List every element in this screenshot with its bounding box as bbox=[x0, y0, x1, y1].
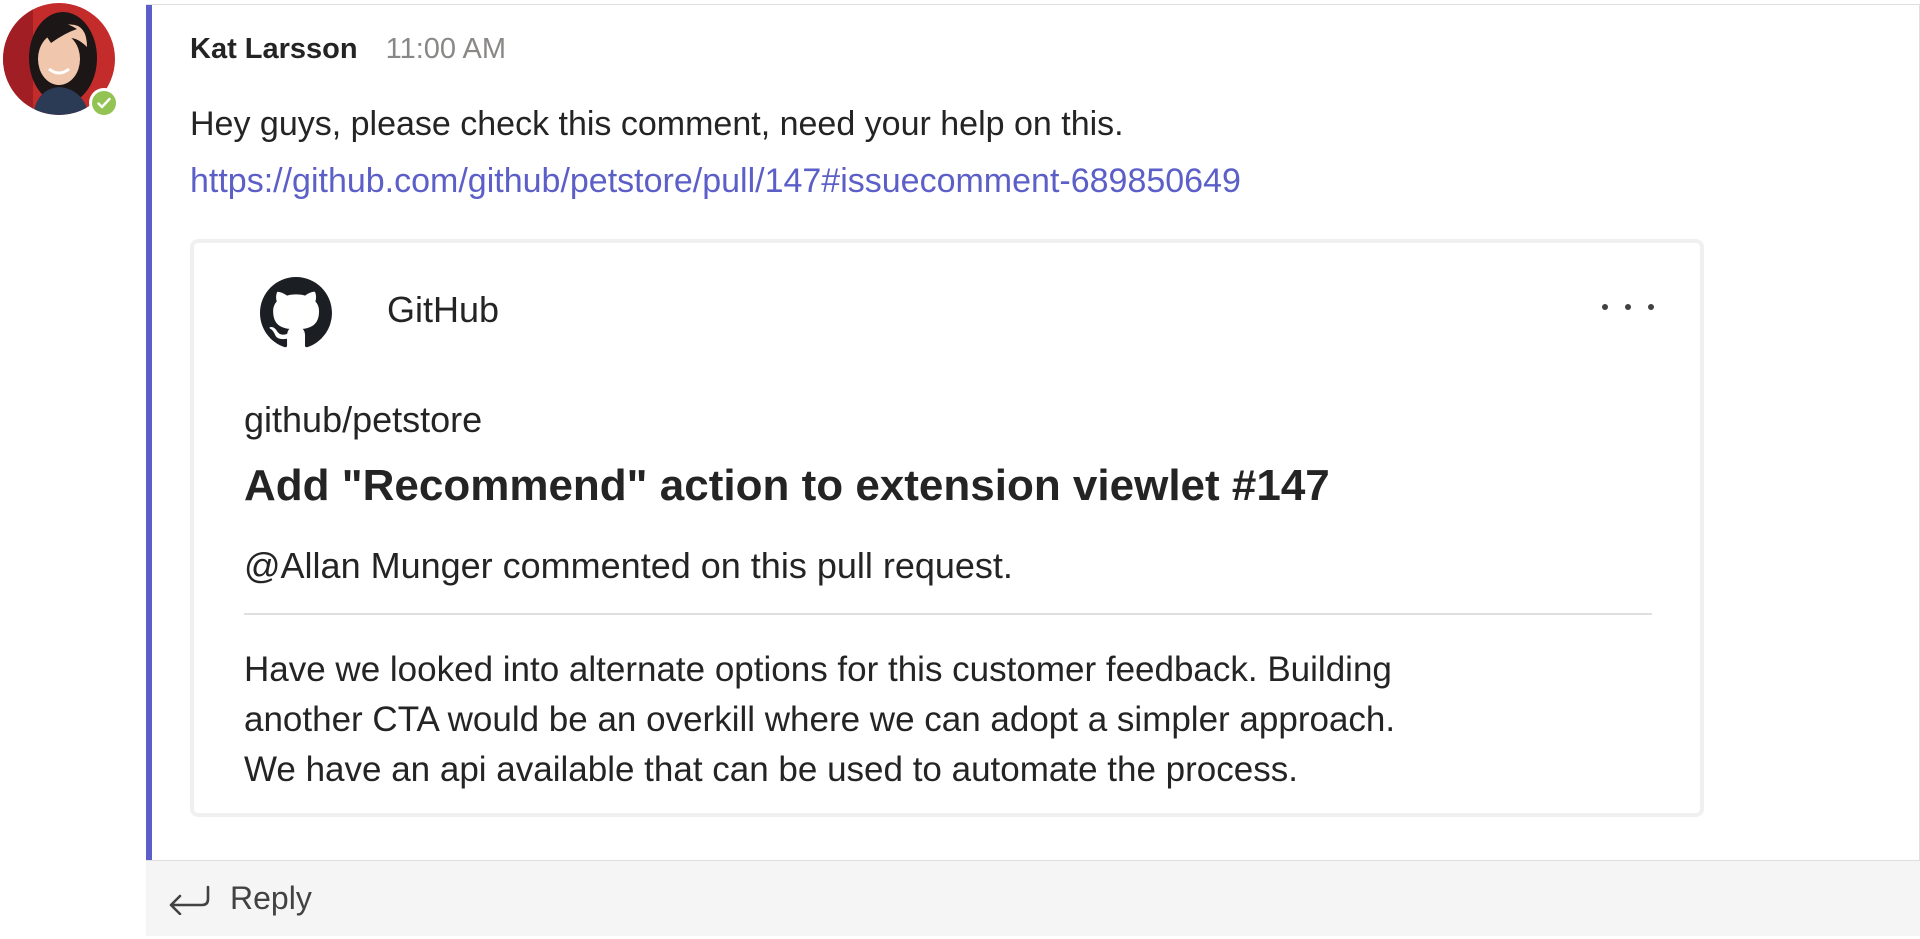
card-app-name: GitHub bbox=[387, 289, 500, 330]
github-card: GitHub github/petstore Add "Recommend" a… bbox=[190, 239, 1704, 817]
chat-message: Kat Larsson 11:00 AM Hey guys, please ch… bbox=[146, 4, 1920, 936]
card-subtitle: @Allan Munger commented on this pull req… bbox=[244, 545, 1013, 586]
message-accent-bar bbox=[146, 5, 152, 861]
card-body-line: another CTA would be an overkill where w… bbox=[244, 700, 1396, 739]
message-link[interactable]: https://github.com/github/petstore/pull/… bbox=[190, 162, 1241, 201]
message-timestamp: 11:00 AM bbox=[385, 33, 506, 65]
card-divider bbox=[244, 613, 1652, 615]
sender-name[interactable]: Kat Larsson bbox=[190, 33, 358, 66]
message-text: Hey guys, please check this comment, nee… bbox=[190, 105, 1124, 143]
reply-button[interactable]: Reply bbox=[146, 860, 1920, 936]
reply-arrow-icon bbox=[169, 885, 210, 915]
card-body-line: Have we looked into alternate options fo… bbox=[244, 650, 1392, 689]
card-title[interactable]: Add "Recommend" action to extension view… bbox=[244, 461, 1330, 511]
card-comment-body: Have we looked into alternate options fo… bbox=[244, 645, 1395, 795]
github-logo-icon bbox=[260, 277, 332, 348]
presence-available-icon bbox=[89, 88, 119, 118]
reply-label: Reply bbox=[230, 880, 312, 916]
more-options-button[interactable] bbox=[1602, 295, 1654, 319]
more-options-icon bbox=[1602, 304, 1608, 310]
card-body-line: We have an api available that can be use… bbox=[244, 750, 1298, 789]
sender-avatar[interactable] bbox=[3, 3, 119, 118]
message-header: Kat Larsson 11:00 AM bbox=[190, 33, 506, 66]
card-repo: github/petstore bbox=[244, 399, 483, 440]
